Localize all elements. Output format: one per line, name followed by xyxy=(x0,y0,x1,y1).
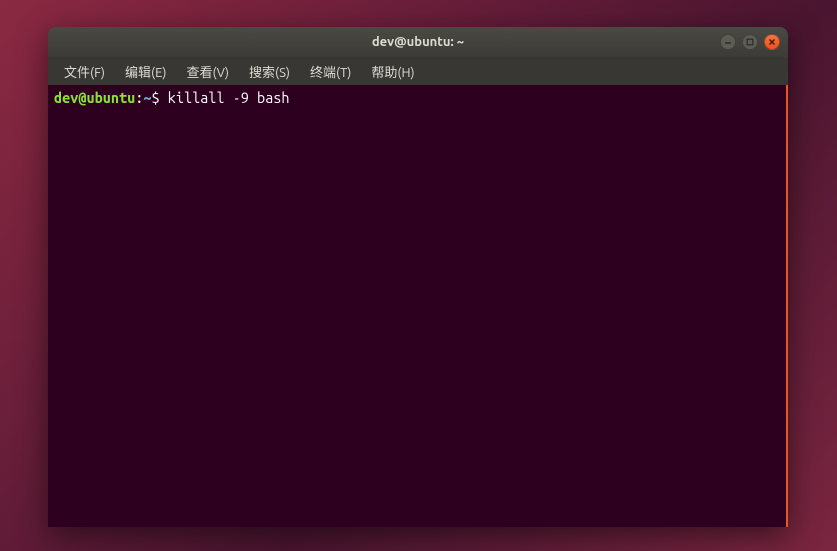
window-controls xyxy=(720,34,780,50)
menu-help[interactable]: 帮助(H) xyxy=(363,59,422,84)
terminal-window: dev@ubuntu: ~ 文件(F) 编辑(E) 查看(V) 搜索(S) 终端… xyxy=(48,27,788,527)
titlebar[interactable]: dev@ubuntu: ~ xyxy=(48,27,788,57)
maximize-icon xyxy=(746,38,754,46)
window-title: dev@ubuntu: ~ xyxy=(372,35,464,49)
maximize-button[interactable] xyxy=(742,34,758,50)
terminal-line: dev@ubuntu:~$ killall -9 bash xyxy=(54,89,780,108)
menu-edit[interactable]: 编辑(E) xyxy=(117,59,174,84)
minimize-icon xyxy=(724,38,732,46)
menu-file[interactable]: 文件(F) xyxy=(56,59,113,84)
prompt-user-host: dev@ubuntu xyxy=(54,89,135,106)
menu-terminal[interactable]: 终端(T) xyxy=(302,59,359,84)
menu-search[interactable]: 搜索(S) xyxy=(241,59,298,84)
terminal-content[interactable]: dev@ubuntu:~$ killall -9 bash xyxy=(48,85,788,527)
prompt-dollar: $ xyxy=(151,89,167,106)
menubar: 文件(F) 编辑(E) 查看(V) 搜索(S) 终端(T) 帮助(H) xyxy=(48,57,788,85)
minimize-button[interactable] xyxy=(720,34,736,50)
close-icon xyxy=(768,38,776,46)
close-button[interactable] xyxy=(764,34,780,50)
menu-view[interactable]: 查看(V) xyxy=(179,59,237,84)
command-text: killall -9 bash xyxy=(168,89,290,106)
